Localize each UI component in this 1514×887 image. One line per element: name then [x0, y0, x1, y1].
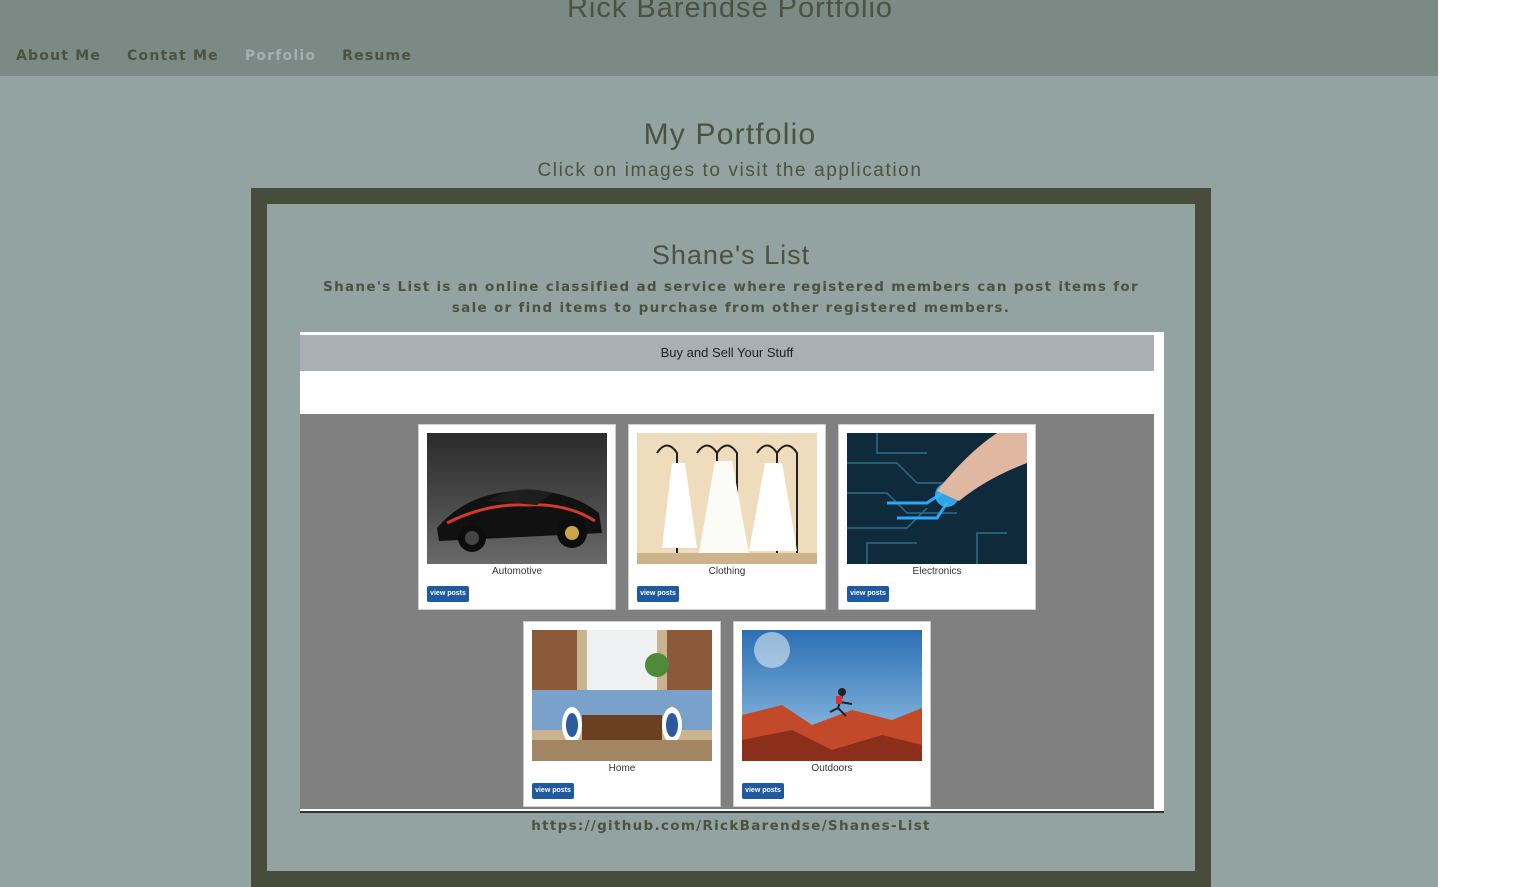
category-label: Clothing	[708, 566, 746, 577]
circuit-board-image	[847, 433, 1027, 564]
hiker-jumping-image	[742, 630, 922, 761]
category-card-automotive: Automotive view posts	[418, 424, 616, 610]
category-card-home: Home view posts	[523, 621, 721, 807]
view-posts-button[interactable]: view posts	[742, 783, 784, 799]
wedding-dresses-image	[637, 433, 817, 564]
site-header: Rick Barendse Portfolio About Me Contat …	[0, 0, 1438, 76]
portfolio-heading: My Portfolio	[643, 118, 817, 151]
category-label: Home	[608, 763, 636, 774]
category-label: Electronics	[912, 566, 962, 577]
view-posts-button[interactable]: view posts	[532, 783, 574, 799]
category-card-clothing: Clothing view posts	[628, 424, 826, 610]
project-description: Shane's List is an online classified ad …	[323, 279, 1139, 316]
portfolio-subheading: Click on images to visit the application	[537, 160, 923, 181]
site-title: Rick Barendse Portfolio	[566, 0, 894, 24]
living-room-image	[532, 630, 712, 761]
app-title-bar: Buy and Sell Your Stuff	[300, 335, 1154, 371]
project-screenshot[interactable]: Buy and Sell Your Stuff Automotive view …	[300, 332, 1164, 813]
app-category-grid: Automotive view posts Clothing view post…	[300, 414, 1154, 809]
nav-about-me[interactable]: About Me	[16, 48, 101, 64]
category-label: Outdoors	[811, 763, 853, 774]
project-panel: Shane's List Shane's List is an online c…	[267, 204, 1195, 871]
view-posts-button[interactable]: view posts	[847, 586, 889, 602]
view-posts-button[interactable]: view posts	[427, 586, 469, 602]
category-card-electronics: Electronics view posts	[838, 424, 1036, 610]
nav-portfolio[interactable]: Porfolio	[245, 48, 316, 64]
category-label: Automotive	[491, 566, 543, 577]
project-frame: Shane's List Shane's List is an online c…	[251, 188, 1211, 887]
category-card-outdoors: Outdoors view posts	[733, 621, 931, 807]
main-nav: About Me Contat Me Porfolio Resume	[16, 48, 412, 64]
project-title: Shane's List	[651, 240, 811, 270]
page: Rick Barendse Portfolio About Me Contat …	[0, 0, 1438, 887]
view-posts-button[interactable]: view posts	[637, 586, 679, 602]
nav-resume[interactable]: Resume	[342, 48, 412, 64]
repo-link[interactable]: https://github.com/RickBarendse/Shanes-L…	[267, 818, 1195, 834]
sports-car-image	[427, 433, 607, 564]
nav-contact-me[interactable]: Contat Me	[127, 48, 219, 64]
